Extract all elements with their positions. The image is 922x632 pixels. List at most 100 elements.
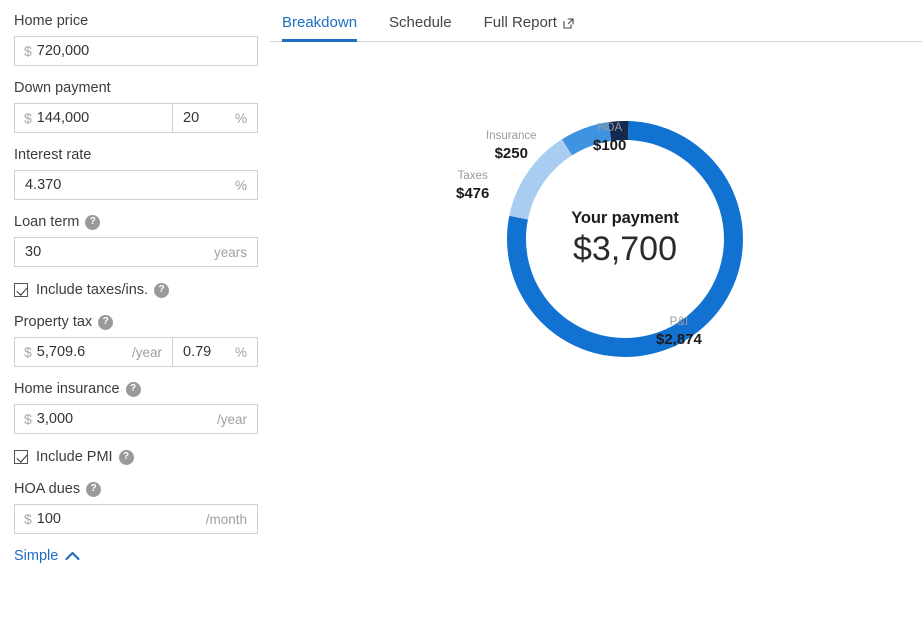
callout-hoa-name: HOA	[597, 122, 623, 134]
input-box: 4.370%	[14, 170, 258, 200]
chevron-up-icon	[65, 551, 80, 561]
external-link-icon	[563, 17, 574, 29]
primary-input-cell[interactable]: $3,000/year	[15, 405, 257, 433]
include-taxes-label: Include taxes/ins.	[36, 282, 149, 298]
currency-prefix: $	[24, 344, 32, 360]
field-label-text: Home price	[14, 13, 89, 29]
field-label: Interest rate	[14, 146, 270, 164]
primary-fields-group: Home price $720,000 Down payment $144,000 20…	[14, 12, 270, 267]
field-interest-rate: Interest rate 4.370%	[14, 146, 270, 200]
simple-mode-toggle[interactable]: Simple	[14, 548, 80, 564]
input-suffix: /year	[216, 411, 247, 427]
input-value[interactable]: 3,000	[37, 411, 217, 427]
secondary-input-cell[interactable]: 20%	[172, 104, 257, 132]
callout-insurance-value: $250	[494, 144, 528, 162]
primary-input-cell[interactable]: $720,000	[15, 37, 257, 65]
field-label-text: Loan term	[14, 214, 80, 230]
callout-pi-value: $2,874	[656, 330, 702, 348]
field-label: Property tax?	[14, 313, 270, 331]
tax-insurance-fields-group: Property tax? $5,709.6/year 0.79% Home insu…	[14, 313, 270, 434]
calculator-form: Home price $720,000 Down payment $144,000 20…	[0, 0, 270, 632]
callout-insurance: Insurance $250	[486, 130, 537, 162]
field-down-payment: Down payment $144,000 20%	[14, 79, 270, 133]
input-suffix: years	[213, 244, 247, 260]
secondary-input-value[interactable]: 20	[173, 110, 235, 126]
field-label: Home price	[14, 12, 270, 30]
tab-full-report[interactable]: Full Report	[484, 14, 574, 41]
input-suffix: %	[234, 177, 247, 193]
include-pmi-help-icon[interactable]: ?	[118, 449, 134, 465]
include-taxes-checkbox[interactable]	[14, 283, 28, 297]
tab-label: Breakdown	[282, 14, 358, 31]
currency-prefix: $	[24, 110, 32, 126]
include-taxes-row[interactable]: Include taxes/ins. ?	[14, 280, 270, 300]
secondary-input-cell[interactable]: 0.79%	[172, 338, 257, 366]
callout-hoa: HOA $100	[593, 122, 626, 154]
include-pmi-row[interactable]: Include PMI ?	[14, 447, 270, 467]
field-label-text: Property tax	[14, 314, 93, 330]
field-label-text: Home insurance	[14, 381, 120, 397]
mortgage-calculator: Home price $720,000 Down payment $144,000 20…	[0, 0, 922, 632]
callout-pi-name: P&I	[669, 316, 689, 328]
primary-input-cell[interactable]: 30 years	[15, 238, 257, 266]
results-panel: Breakdown Schedule Full Report Your paymen…	[270, 0, 922, 632]
field-label-text: Down payment	[14, 80, 111, 96]
input-value[interactable]: 100	[37, 511, 206, 527]
input-value[interactable]: 30	[15, 244, 214, 260]
currency-prefix: $	[24, 511, 32, 527]
primary-input-cell[interactable]: $100/month	[15, 505, 257, 533]
input-box: $720,000	[14, 36, 258, 66]
field-label-text: HOA dues	[14, 481, 81, 497]
primary-input-cell[interactable]: 4.370%	[15, 171, 257, 199]
field-property-tax: Property tax? $5,709.6/year 0.79%	[14, 313, 270, 367]
callout-hoa-value: $100	[593, 136, 627, 154]
input-box: $144,000 20%	[14, 103, 258, 133]
callout-taxes-value: $476	[456, 184, 490, 202]
field-label: Loan term?	[14, 213, 270, 231]
input-suffix: /year	[131, 344, 162, 360]
callout-insurance-name: Insurance	[486, 130, 537, 142]
input-box: $100/month	[14, 504, 258, 534]
tab-schedule[interactable]: Schedule	[389, 14, 452, 41]
currency-prefix: $	[24, 43, 32, 59]
tab-breakdown[interactable]: Breakdown	[282, 14, 358, 42]
callout-taxes: Taxes $476	[456, 170, 489, 202]
simple-mode-label: Simple	[14, 548, 59, 564]
field-label: HOA dues?	[14, 480, 270, 498]
input-value[interactable]: 4.370	[15, 177, 235, 193]
input-value[interactable]: 5,709.6	[37, 344, 132, 360]
input-value[interactable]: 720,000	[37, 43, 257, 59]
tab-label: Schedule	[389, 14, 452, 31]
include-pmi-label: Include PMI	[36, 449, 113, 465]
primary-input-cell[interactable]: $144,000	[15, 104, 172, 132]
help-icon[interactable]: ?	[125, 381, 141, 397]
field-label-text: Interest rate	[14, 147, 92, 163]
input-box: $3,000/year	[14, 404, 258, 434]
currency-prefix: $	[24, 411, 32, 427]
payment-breakdown-chart: Your payment $3,700 HOA $100 Insurance $…	[270, 42, 922, 602]
callout-pi: P&I $2,874	[656, 316, 702, 348]
field-hoa-dues: HOA dues? $100/month	[14, 480, 270, 534]
help-icon[interactable]: ?	[86, 481, 102, 497]
field-loan-term: Loan term? 30 years	[14, 213, 270, 267]
input-suffix: /month	[205, 511, 247, 527]
field-label: Home insurance?	[14, 380, 270, 398]
input-box: $5,709.6/year 0.79%	[14, 337, 258, 367]
help-icon[interactable]: ?	[85, 214, 101, 230]
help-icon[interactable]: ?	[98, 314, 114, 330]
callout-taxes-name: Taxes	[457, 170, 488, 182]
input-value[interactable]: 144,000	[37, 110, 172, 126]
secondary-input-suffix: %	[234, 344, 247, 360]
results-tabbar: Breakdown Schedule Full Report	[270, 0, 922, 42]
include-pmi-checkbox[interactable]	[14, 450, 28, 464]
input-box: 30 years	[14, 237, 258, 267]
field-home-price: Home price $720,000	[14, 12, 270, 66]
include-taxes-help-icon[interactable]: ?	[154, 282, 170, 298]
field-home-insurance: Home insurance? $3,000/year	[14, 380, 270, 434]
hoa-fields-group: HOA dues? $100/month	[14, 480, 270, 534]
tab-label: Full Report	[483, 14, 557, 31]
secondary-input-suffix: %	[234, 110, 247, 126]
primary-input-cell[interactable]: $5,709.6/year	[15, 338, 172, 366]
field-label: Down payment	[14, 79, 270, 97]
secondary-input-value[interactable]: 0.79	[173, 344, 235, 360]
